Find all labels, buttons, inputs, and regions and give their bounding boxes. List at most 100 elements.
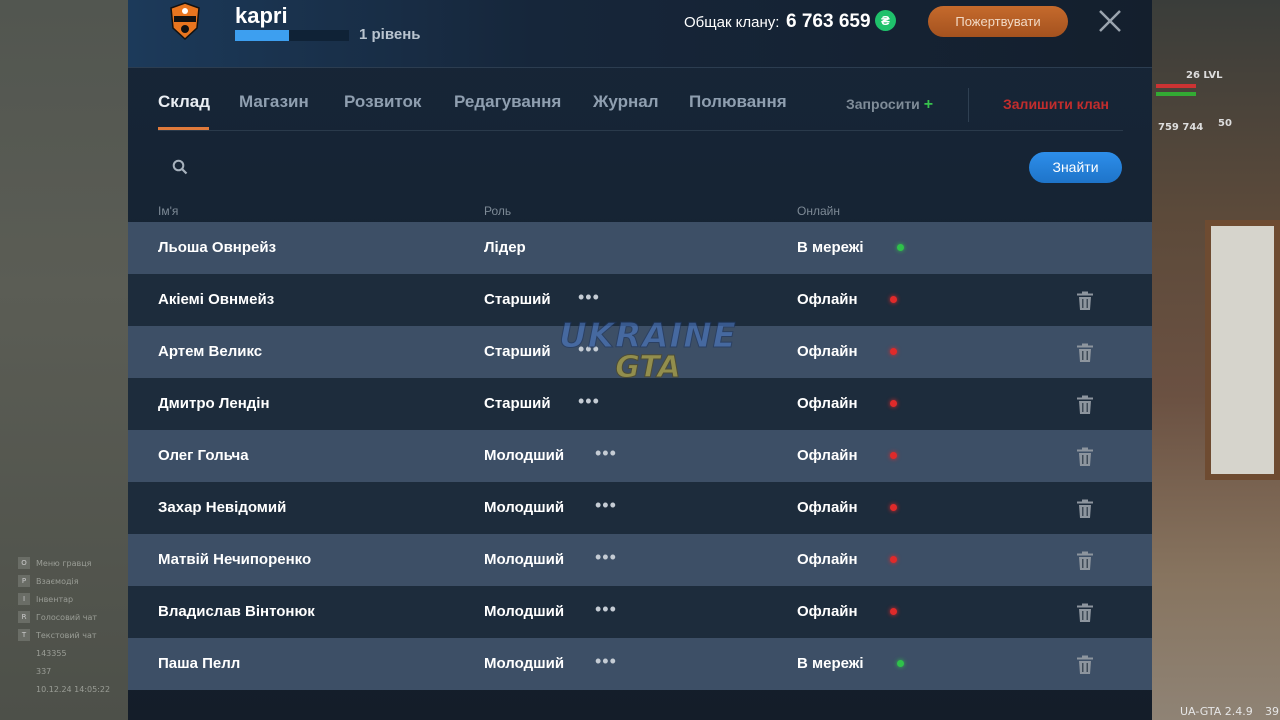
clan-level-progress	[235, 30, 349, 41]
member-name: Паша Пелл	[158, 655, 241, 672]
column-header-online: Онлайн	[797, 204, 840, 218]
hotkey-key: R	[18, 611, 30, 623]
treasury-value: 6 763 659	[786, 11, 871, 32]
member-role: Молодший	[484, 551, 565, 568]
armor-bar	[1156, 92, 1196, 96]
hud-stat: 337	[18, 662, 128, 680]
tab-journal[interactable]: Журнал	[593, 92, 659, 112]
hotkey-key: O	[18, 557, 30, 569]
tab-editing[interactable]: Редагування	[454, 92, 561, 112]
trash-icon[interactable]	[1076, 499, 1094, 519]
member-status: Офлайн	[797, 291, 858, 308]
clan-panel: kapri 1 рівень Общак клану: 6 763 659 ₴ …	[128, 0, 1152, 720]
hotkey-key: P	[18, 575, 30, 587]
member-row[interactable]: Захар Невідомий Молодший ••• Офлайн	[128, 482, 1152, 534]
clan-header: kapri 1 рівень Общак клану: 6 763 659 ₴ …	[128, 0, 1152, 68]
member-row[interactable]: Льоша Овнрейз Лідер В мережі	[128, 222, 1152, 274]
trash-icon[interactable]	[1076, 655, 1094, 675]
offline-status-dot	[890, 608, 897, 615]
role-options-icon[interactable]: •••	[595, 548, 617, 567]
member-name: Матвій Нечипоренко	[158, 551, 312, 568]
ukraine-gta-watermark: UKRAINE GTA	[553, 316, 743, 406]
tab-storage[interactable]: Склад	[158, 92, 210, 112]
donate-button[interactable]: Пожертвувати	[928, 6, 1068, 37]
member-name: Льоша Овнрейз	[158, 239, 277, 256]
column-header-name: Ім'я	[158, 204, 179, 218]
role-options-icon[interactable]: •••	[595, 496, 617, 515]
offline-status-dot	[890, 296, 897, 303]
plus-icon: +	[923, 96, 934, 113]
treasury-label: Общак клану:	[684, 14, 780, 31]
offline-status-dot	[890, 556, 897, 563]
hotkey-hint: O Меню гравця	[18, 554, 128, 572]
offline-status-dot	[890, 504, 897, 511]
hotkey-hint: P Взаємодія	[18, 572, 128, 590]
member-name: Олег Гольча	[158, 447, 249, 464]
hud-stat-value: 143355	[36, 648, 67, 658]
column-header-role: Роль	[484, 204, 512, 218]
member-search	[158, 151, 558, 183]
hotkey-label: Меню гравця	[36, 558, 92, 568]
trash-icon[interactable]	[1076, 343, 1094, 363]
role-options-icon[interactable]: •••	[578, 288, 600, 307]
member-name: Владислав Вінтонюк	[158, 603, 315, 620]
member-status: Офлайн	[797, 603, 858, 620]
hotkey-key: T	[18, 629, 30, 641]
member-status: Офлайн	[797, 447, 858, 464]
trash-icon[interactable]	[1076, 447, 1094, 467]
trash-icon[interactable]	[1076, 603, 1094, 623]
find-button[interactable]: Знайти	[1029, 152, 1122, 183]
member-status: В мережі	[797, 239, 864, 256]
offline-status-dot	[890, 348, 897, 355]
hotkey-label: Інвентар	[36, 594, 74, 604]
member-role: Старший	[484, 343, 551, 360]
member-name: Артем Великс	[158, 343, 263, 360]
tab-hunting[interactable]: Полювання	[689, 92, 787, 112]
member-role: Лідер	[484, 239, 526, 256]
member-role: Старший	[484, 291, 551, 308]
role-options-icon[interactable]: •••	[595, 652, 617, 671]
member-row[interactable]: Паша Пелл Молодший ••• В мережі	[128, 638, 1152, 690]
hud-stat-value: 337	[36, 666, 52, 676]
hotkey-label: Взаємодія	[36, 576, 79, 586]
member-row[interactable]: Матвій Нечипоренко Молодший ••• Офлайн	[128, 534, 1152, 586]
actions-divider	[968, 88, 969, 122]
member-name: Дмитро Лендін	[158, 395, 270, 412]
hryvnia-coin-icon: ₴	[875, 10, 896, 31]
hotkey-label: Текстовий чат	[36, 630, 97, 640]
member-role: Молодший	[484, 655, 565, 672]
hotkey-hint: R Голосовий чат	[18, 608, 128, 626]
hud-stat: 143355	[18, 644, 128, 662]
members-table: Льоша Овнрейз Лідер В мережі Акіемі Овнмейз…	[128, 222, 1152, 690]
close-icon[interactable]	[1096, 7, 1124, 35]
member-role: Молодший	[484, 447, 565, 464]
trash-icon[interactable]	[1076, 395, 1094, 415]
clan-level-label: 1 рівень	[359, 26, 421, 43]
offline-status-dot	[890, 452, 897, 459]
member-row[interactable]: Владислав Вінтонюк Молодший ••• Офлайн	[128, 586, 1152, 638]
tab-shop[interactable]: Магазин	[239, 92, 309, 112]
hotkey-key: I	[18, 593, 30, 605]
trash-icon[interactable]	[1076, 551, 1094, 571]
invite-button[interactable]: Запросити +	[846, 96, 933, 114]
search-input[interactable]	[198, 151, 538, 183]
member-status: Офлайн	[797, 499, 858, 516]
trash-icon[interactable]	[1076, 291, 1094, 311]
role-options-icon[interactable]: •••	[595, 600, 617, 619]
member-role: Молодший	[484, 499, 565, 516]
player-money: 759 744	[1158, 122, 1204, 133]
leave-clan-button[interactable]: Залишити клан	[1003, 96, 1109, 112]
member-role: Старший	[484, 395, 551, 412]
member-status: В мережі	[797, 655, 864, 672]
member-row[interactable]: Олег Гольча Молодший ••• Офлайн	[128, 430, 1152, 482]
game-version: UA-GTA 2.4.9	[1180, 705, 1253, 718]
member-status: Офлайн	[797, 551, 858, 568]
clan-level-fill	[235, 30, 289, 41]
role-options-icon[interactable]: •••	[595, 444, 617, 463]
hotkey-hint: I Інвентар	[18, 590, 128, 608]
member-role: Молодший	[484, 603, 565, 620]
background-board	[1205, 220, 1280, 480]
hud-stat-value: 10.12.24 14:05:22	[36, 684, 111, 694]
tab-development[interactable]: Розвиток	[344, 92, 421, 112]
hud-stat: 10.12.24 14:05:22	[18, 680, 128, 698]
